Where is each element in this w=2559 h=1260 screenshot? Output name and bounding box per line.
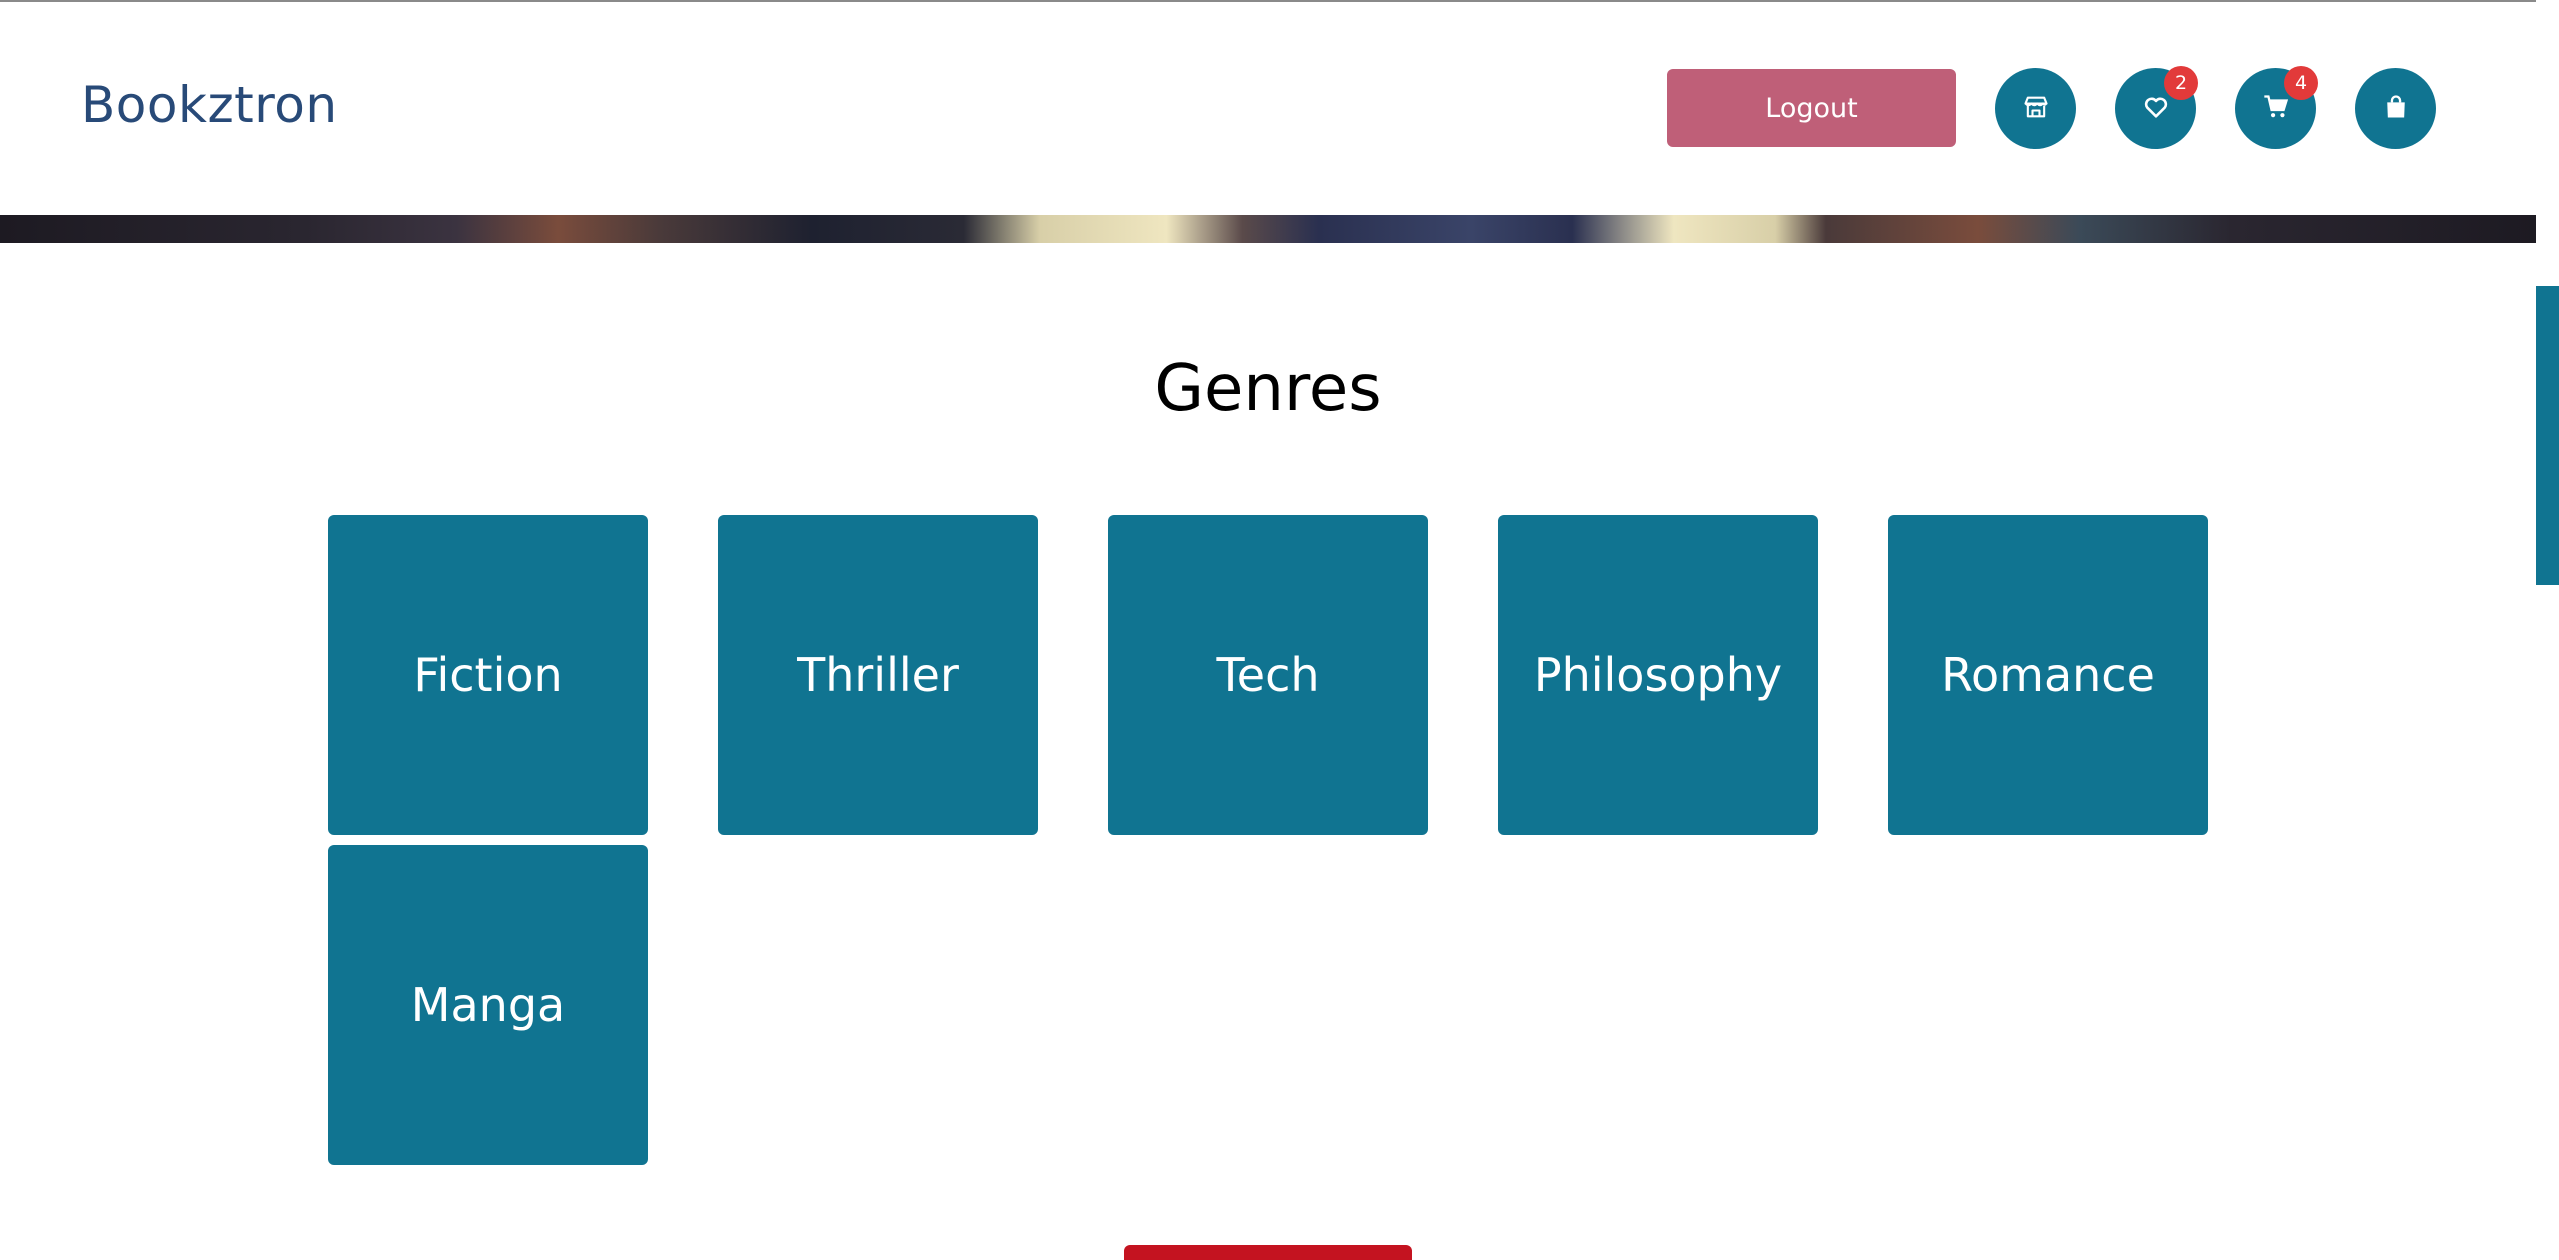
store-button[interactable] [1995, 68, 2076, 149]
genre-card-philosophy[interactable]: Philosophy [1498, 515, 1818, 835]
store-icon [2022, 93, 2050, 125]
logout-button[interactable]: Logout [1667, 69, 1956, 147]
wishlist-count-badge: 2 [2164, 66, 2198, 100]
scrollbar-thumb[interactable] [2536, 286, 2559, 585]
genre-card-fiction[interactable]: Fiction [328, 515, 648, 835]
shopping-bag-icon [2382, 93, 2410, 125]
cart-icon [2262, 93, 2290, 125]
header: Bookztron Logout 2 4 [0, 2, 2536, 215]
genre-card-manga[interactable]: Manga [328, 845, 648, 1165]
genre-card-tech[interactable]: Tech [1108, 515, 1428, 835]
genres-heading: Genres [1154, 352, 1382, 426]
hero-banner-image [0, 215, 2536, 243]
brand-logo[interactable]: Bookztron [81, 76, 338, 134]
cart-button[interactable]: 4 [2235, 66, 2318, 149]
orders-button[interactable] [2355, 68, 2436, 149]
genre-card-thriller[interactable]: Thriller [718, 515, 1038, 835]
explore-button[interactable] [1124, 1245, 1412, 1260]
genre-card-romance[interactable]: Romance [1888, 515, 2208, 835]
wishlist-button[interactable]: 2 [2115, 66, 2198, 149]
page: Bookztron Logout 2 4 Genres Fiction Thri… [0, 0, 2559, 1260]
heart-icon [2142, 93, 2170, 125]
scrollbar-track[interactable] [2536, 0, 2559, 1260]
cart-count-badge: 4 [2284, 66, 2318, 100]
